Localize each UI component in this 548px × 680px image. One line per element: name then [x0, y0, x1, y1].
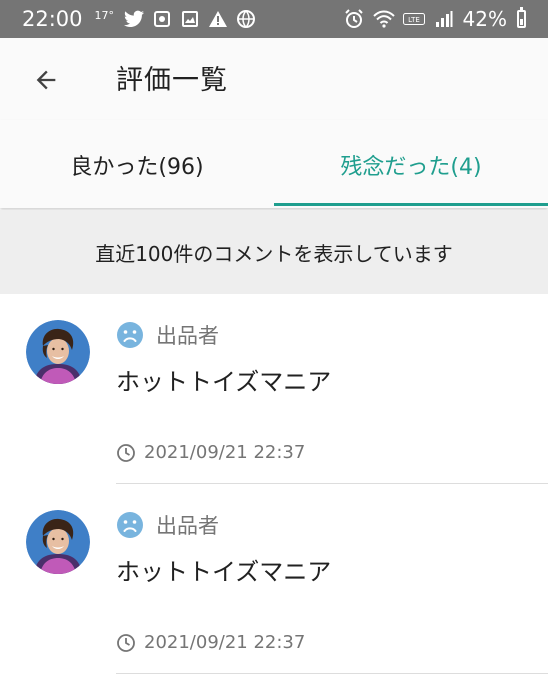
reviewer-name: ホットトイズマニア: [116, 558, 332, 586]
reviewer-role: 出品者: [156, 514, 219, 538]
avatar[interactable]: [26, 510, 90, 574]
avatar[interactable]: [26, 320, 90, 384]
wifi-icon: [372, 9, 395, 29]
battery-icon: [517, 7, 526, 28]
review-item[interactable]: 出品者 ホットトイズマニア 2021/09/21 22:37: [0, 484, 548, 674]
alarm-icon: [343, 9, 365, 29]
volte-icon: LTE: [402, 9, 425, 29]
clock-icon: [117, 633, 135, 652]
tab-good[interactable]: 良かった(96): [0, 120, 274, 208]
rating-tabs: 良かった(96) 残念だった(4): [0, 120, 548, 208]
divider: [116, 673, 548, 674]
globe-icon: [236, 9, 256, 29]
tab-bad-label: 残念だった(4): [340, 155, 482, 180]
status-time: 22:00: [22, 7, 83, 31]
notice-text: 直近100件のコメントを表示しています: [95, 241, 453, 266]
warning-icon: [208, 9, 228, 29]
reviewer-role-row: 出品者: [116, 320, 219, 350]
app-bar: 評価一覧: [0, 38, 548, 120]
twitter-icon: [124, 9, 145, 29]
battery-percent: 42%: [462, 7, 507, 31]
review-datetime-row: 2021/09/21 22:37: [116, 632, 305, 653]
status-bar: 22:00 17° LTE 42%: [0, 0, 548, 38]
tab-active-indicator: [274, 203, 548, 206]
reviewer-role-row: 出品者: [116, 510, 219, 540]
sad-face-icon: [117, 322, 143, 348]
signal-icon: [433, 9, 455, 29]
page-title: 評価一覧: [116, 65, 228, 96]
app-icon: [152, 9, 172, 29]
svg-text:LTE: LTE: [408, 16, 420, 24]
image-icon: [180, 9, 200, 29]
clock-icon: [117, 443, 135, 462]
status-bar-left: 22:00 17°: [22, 7, 256, 31]
tab-good-label: 良かった(96): [70, 155, 204, 180]
tab-bad[interactable]: 残念だった(4): [274, 120, 548, 208]
review-datetime: 2021/09/21 22:37: [144, 442, 306, 463]
review-datetime: 2021/09/21 22:37: [144, 632, 306, 653]
notice-banner: 直近100件のコメントを表示しています: [0, 210, 548, 294]
reviewer-role: 出品者: [156, 324, 219, 348]
status-bar-right: LTE 42%: [343, 7, 526, 31]
review-datetime-row: 2021/09/21 22:37: [116, 442, 305, 463]
arrow-back-icon: [36, 70, 56, 90]
review-item[interactable]: 出品者 ホットトイズマニア 2021/09/21 22:37: [0, 294, 548, 484]
sad-face-icon: [117, 512, 143, 538]
status-temperature: 17°: [94, 8, 115, 22]
reviewer-name: ホットトイズマニア: [116, 368, 332, 396]
back-button[interactable]: [26, 60, 66, 100]
